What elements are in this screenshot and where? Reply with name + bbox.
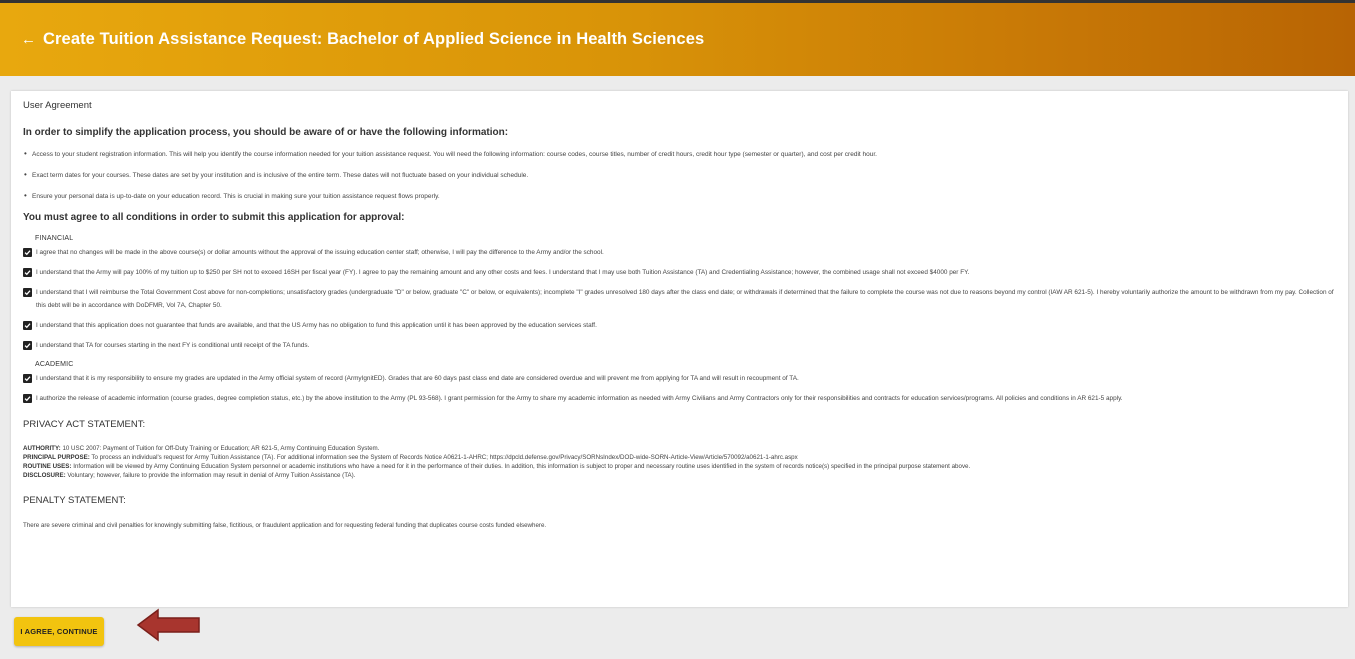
checkmark-icon xyxy=(24,376,31,382)
checkmark-icon xyxy=(24,343,31,349)
privacy-authority: AUTHORITY: 10 USC 2007: Payment of Tuiti… xyxy=(23,445,1336,454)
privacy-routine-uses: ROUTINE USES: Information will be viewed… xyxy=(23,463,1336,472)
penalty-text: There are severe criminal and civil pena… xyxy=(23,521,547,529)
disclosure-label: DISCLOSURE: xyxy=(23,471,66,479)
financial-condition: I understand that this application does … xyxy=(23,321,1336,332)
checkbox-checked[interactable] xyxy=(23,374,32,384)
must-agree-heading: You must agree to all conditions in orde… xyxy=(23,212,405,224)
checkmark-icon xyxy=(24,270,31,276)
condition-text: I understand that the Army will pay 100%… xyxy=(36,269,970,277)
checkmark-icon xyxy=(24,290,31,296)
financial-condition: I agree that no changes will be made in … xyxy=(23,248,1336,259)
list-item: Ensure your personal data is up-to-date … xyxy=(23,192,1336,201)
penalty-heading: PENALTY STATEMENT: xyxy=(23,494,126,506)
purpose-text: To process an individual's request for A… xyxy=(91,454,798,462)
agreement-heading: User Agreement xyxy=(23,100,92,111)
user-agreement-card: User Agreement In order to simplify the … xyxy=(11,91,1348,607)
checkmark-icon xyxy=(24,396,31,402)
checkbox-checked[interactable] xyxy=(23,248,32,258)
financial-label: FINANCIAL xyxy=(35,235,74,243)
financial-condition: I understand that I will reimburse the T… xyxy=(23,288,1336,312)
agreement-intro: In order to simplify the application pro… xyxy=(23,127,509,138)
checkmark-icon xyxy=(24,323,31,329)
academic-condition: I understand that it is my responsibilit… xyxy=(23,374,1336,385)
condition-text: I agree that no changes will be made in … xyxy=(36,249,604,257)
academic-condition: I authorize the release of academic info… xyxy=(23,394,1336,405)
condition-text: I understand that TA for courses startin… xyxy=(36,342,310,350)
privacy-disclosure: DISCLOSURE: Voluntary; however, failure … xyxy=(23,472,1336,481)
checkbox-checked[interactable] xyxy=(23,341,32,351)
info-list: Access to your student registration info… xyxy=(23,150,1336,201)
financial-condition: I understand that TA for courses startin… xyxy=(23,341,1336,352)
condition-text: I understand that I will reimburse the T… xyxy=(36,289,1334,310)
financial-condition: I understand that the Army will pay 100%… xyxy=(23,268,1336,279)
routine-label: ROUTINE USES: xyxy=(23,463,72,471)
annotation-arrow-icon xyxy=(136,608,200,642)
checkbox-checked[interactable] xyxy=(23,288,32,298)
list-item: Access to your student registration info… xyxy=(23,150,1336,159)
arrow-left-icon[interactable]: ← xyxy=(21,32,36,47)
checkbox-checked[interactable] xyxy=(23,268,32,278)
page-title: Create Tuition Assistance Request: Bache… xyxy=(43,30,705,48)
authority-text: 10 USC 2007: Payment of Tuition for Off-… xyxy=(62,445,380,453)
academic-label: ACADEMIC xyxy=(35,361,74,369)
condition-text: I authorize the release of academic info… xyxy=(36,395,1123,403)
authority-label: AUTHORITY: xyxy=(23,445,61,453)
checkbox-checked[interactable] xyxy=(23,321,32,331)
privacy-purpose: PRINCIPAL PURPOSE: To process an individ… xyxy=(23,454,1336,463)
agree-continue-button[interactable]: I AGREE, CONTINUE xyxy=(14,617,104,646)
condition-text: I understand that this application does … xyxy=(36,322,597,330)
privacy-act-heading: PRIVACY ACT STATEMENT: xyxy=(23,419,146,431)
checkmark-icon xyxy=(24,250,31,256)
purpose-label: PRINCIPAL PURPOSE: xyxy=(23,454,90,462)
disclosure-text: Voluntary; however, failure to provide t… xyxy=(67,471,356,479)
checkbox-checked[interactable] xyxy=(23,394,32,404)
list-item: Exact term dates for your courses. These… xyxy=(23,171,1336,180)
condition-text: I understand that it is my responsibilit… xyxy=(36,375,799,383)
header-bar: ← Create Tuition Assistance Request: Bac… xyxy=(0,0,1355,76)
routine-text: Information will be viewed by Army Conti… xyxy=(73,463,971,471)
